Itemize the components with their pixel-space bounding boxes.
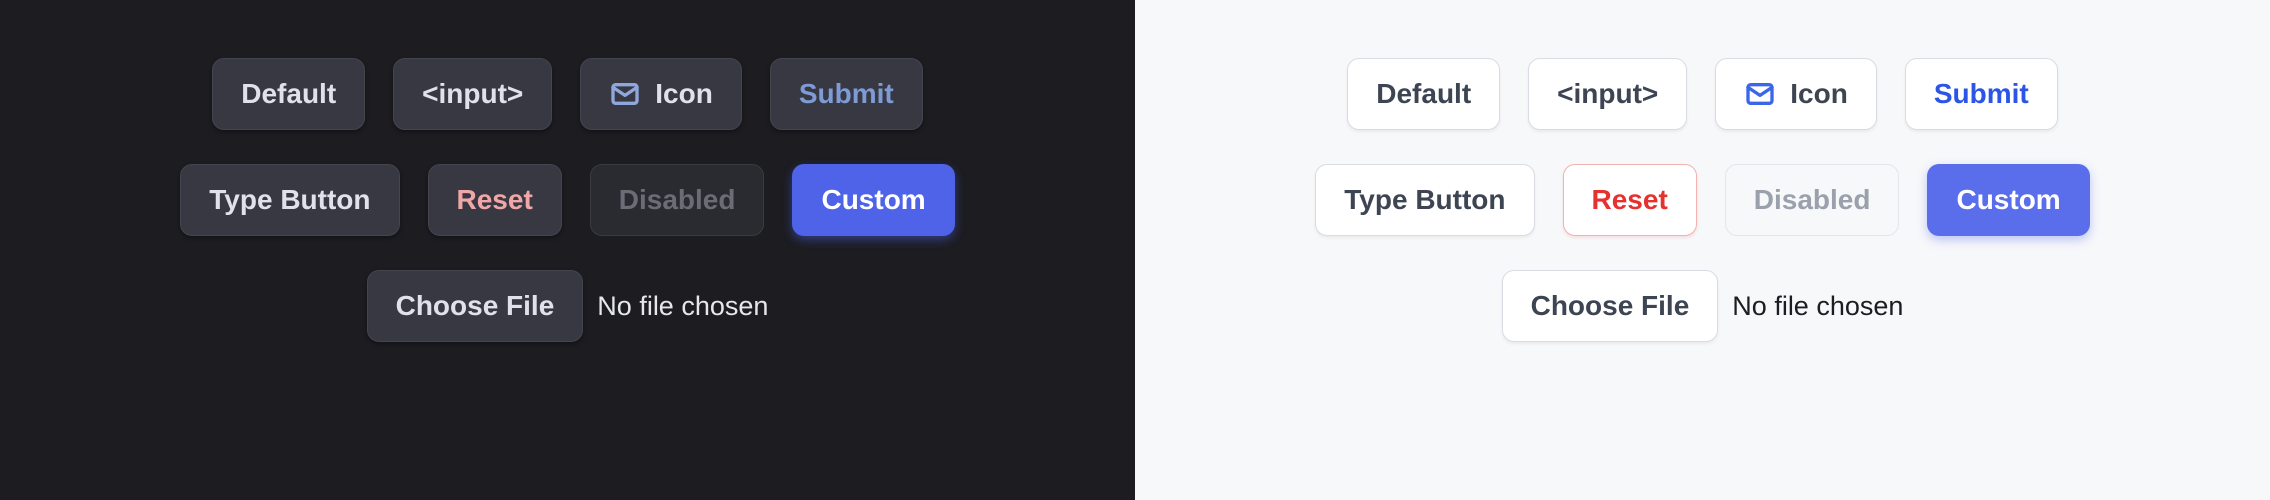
button-label: Disabled <box>619 184 736 216</box>
type-button[interactable]: Type Button <box>180 164 399 236</box>
submit-button[interactable]: Submit <box>1905 58 2058 130</box>
dark-theme-panel: Default <input> Icon Submit Type Button … <box>0 0 1135 500</box>
button-label: Submit <box>1934 78 2029 110</box>
choose-file-button[interactable]: Choose File <box>367 270 584 342</box>
file-status-label: No file chosen <box>1732 291 1903 322</box>
input-type-button[interactable]: <input> <box>393 58 552 130</box>
icon-button[interactable]: Icon <box>580 58 742 130</box>
icon-button[interactable]: Icon <box>1715 58 1877 130</box>
button-label: Reset <box>457 184 533 216</box>
button-label: <input> <box>1557 78 1658 110</box>
button-row-2: Type Button Reset Disabled Custom <box>180 164 954 236</box>
button-label: Default <box>241 78 336 110</box>
input-type-button[interactable]: <input> <box>1528 58 1687 130</box>
button-label: Icon <box>655 78 713 110</box>
button-label: Icon <box>1790 78 1848 110</box>
button-row-3: Choose File No file chosen <box>367 270 769 342</box>
custom-button[interactable]: Custom <box>1927 164 2089 236</box>
button-label: Default <box>1376 78 1471 110</box>
button-label: <input> <box>422 78 523 110</box>
button-label: Custom <box>821 184 925 216</box>
button-label: Custom <box>1956 184 2060 216</box>
disabled-button: Disabled <box>1725 164 1900 236</box>
button-label: Disabled <box>1754 184 1871 216</box>
mail-icon <box>1744 78 1776 110</box>
choose-file-button[interactable]: Choose File <box>1502 270 1719 342</box>
button-row-3: Choose File No file chosen <box>1502 270 1904 342</box>
file-input[interactable]: Choose File No file chosen <box>367 270 769 342</box>
button-row-1: Default <input> Icon Submit <box>212 58 922 130</box>
button-label: Choose File <box>396 290 555 322</box>
file-status-label: No file chosen <box>597 291 768 322</box>
custom-button[interactable]: Custom <box>792 164 954 236</box>
button-label: Reset <box>1592 184 1668 216</box>
mail-icon <box>609 78 641 110</box>
disabled-button: Disabled <box>590 164 765 236</box>
type-button[interactable]: Type Button <box>1315 164 1534 236</box>
button-label: Type Button <box>209 184 370 216</box>
button-label: Submit <box>799 78 894 110</box>
button-row-1: Default <input> Icon Submit <box>1347 58 2057 130</box>
submit-button[interactable]: Submit <box>770 58 923 130</box>
light-theme-panel: Default <input> Icon Submit Type Button … <box>1135 0 2270 500</box>
button-label: Choose File <box>1531 290 1690 322</box>
default-button[interactable]: Default <box>1347 58 1500 130</box>
reset-button[interactable]: Reset <box>428 164 562 236</box>
button-label: Type Button <box>1344 184 1505 216</box>
button-row-2: Type Button Reset Disabled Custom <box>1315 164 2089 236</box>
file-input[interactable]: Choose File No file chosen <box>1502 270 1904 342</box>
reset-button[interactable]: Reset <box>1563 164 1697 236</box>
default-button[interactable]: Default <box>212 58 365 130</box>
